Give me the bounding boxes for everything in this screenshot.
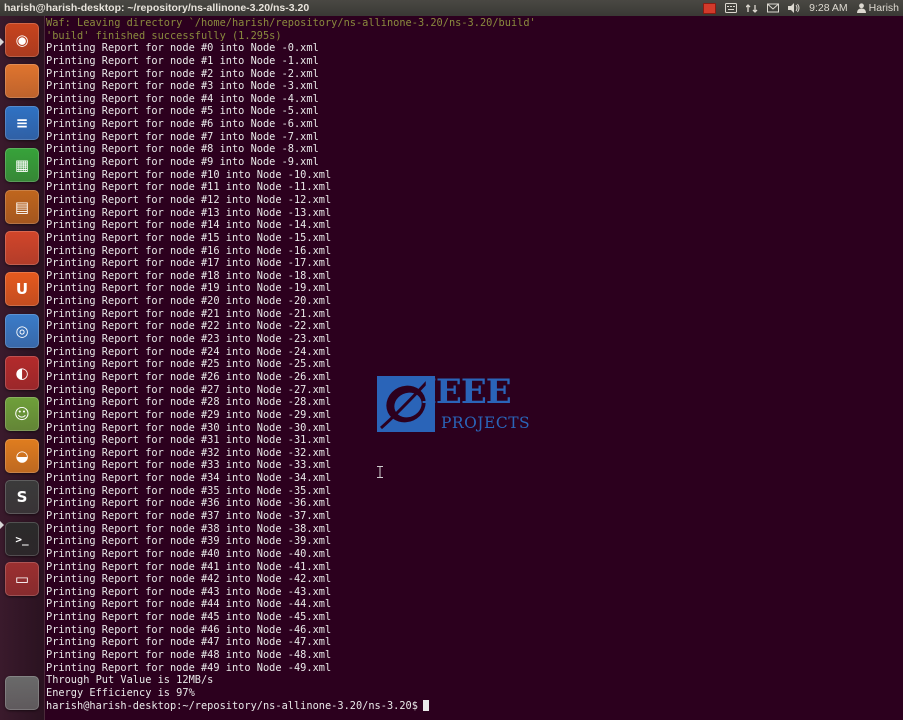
terminal-running-indicator-icon: [0, 521, 4, 529]
terminal-line: Printing Report for node #3 into Node -3…: [46, 80, 319, 93]
terminal-line: Printing Report for node #13 into Node -…: [46, 206, 332, 219]
terminal-line: Printing Report for node #48 into Node -…: [46, 649, 332, 662]
terminal-line: Printing Report for node #10 into Node -…: [46, 168, 332, 181]
launcher: ◉ ≡ ▦ ▤ U ◎ ◐ ☺ ◒ S >_ ▭: [0, 16, 45, 720]
terminal-line: 'build' finished successfully (1.295s): [46, 29, 282, 42]
keyboard-layout-icon[interactable]: [725, 0, 738, 16]
terminal-line: Through Put Value is 12MB/s: [46, 674, 214, 687]
terminal-line: Printing Report for node #14 into Node -…: [46, 219, 332, 232]
files-icon[interactable]: [5, 64, 39, 98]
terminal-icon[interactable]: >_: [5, 522, 39, 556]
volume-icon[interactable]: [788, 0, 800, 16]
trash-icon[interactable]: [5, 676, 39, 710]
user-name: Harish: [868, 2, 899, 14]
terminal-line: Printing Report for node #43 into Node -…: [46, 585, 332, 598]
terminal-line: Printing Report for node #24 into Node -…: [46, 345, 332, 358]
terminal-line: Printing Report for node #18 into Node -…: [46, 269, 332, 282]
chromium-icon[interactable]: ◎: [5, 314, 39, 348]
terminal-line: Printing Report for node #1 into Node -1…: [46, 54, 319, 67]
terminal-line: Printing Report for node #31 into Node -…: [46, 434, 332, 447]
terminal-line: Printing Report for node #6 into Node -6…: [46, 118, 319, 131]
user-menu[interactable]: Harish: [856, 0, 899, 16]
screen-record-icon[interactable]: [703, 0, 717, 16]
watermark-subtitle: PROJECTS: [441, 414, 531, 432]
terminal-line: Printing Report for node #36 into Node -…: [46, 497, 332, 510]
terminal-line: Printing Report for node #7 into Node -7…: [46, 130, 319, 143]
terminal-line: Energy Efficiency is 97%: [46, 686, 195, 699]
terminal-line: Printing Report for node #12 into Node -…: [46, 193, 332, 206]
terminal-line: Printing Report for node #40 into Node -…: [46, 547, 332, 560]
terminal-cursor: [422, 700, 429, 712]
terminal-line: Printing Report for node #41 into Node -…: [46, 560, 332, 573]
terminal-line: Printing Report for node #8 into Node -8…: [46, 143, 319, 156]
blender-icon[interactable]: ◒: [5, 439, 39, 473]
window-title: harish@harish-desktop: ~/repository/ns-a…: [4, 2, 310, 14]
terminal-line: Printing Report for node #11 into Node -…: [46, 181, 332, 194]
user-icon: [856, 3, 866, 13]
top-panel: harish@harish-desktop: ~/repository/ns-a…: [0, 0, 903, 16]
terminal-line: Printing Report for node #2 into Node -2…: [46, 67, 319, 80]
terminal-line: Printing Report for node #34 into Node -…: [46, 472, 332, 485]
terminal-line: Printing Report for node #4 into Node -4…: [46, 92, 319, 105]
terminal-line: Printing Report for node #23 into Node -…: [46, 333, 332, 346]
monkey-icon[interactable]: ☺: [5, 397, 39, 431]
workspace-switcher-icon[interactable]: ▭: [5, 562, 39, 596]
terminal-line: Printing Report for node #0 into Node -0…: [46, 42, 319, 55]
prompt-line[interactable]: harish@harish-desktop:~/repository/ns-al…: [46, 700, 896, 713]
watermark-brand: IEEE: [421, 372, 512, 412]
terminal-line: Printing Report for node #39 into Node -…: [46, 535, 332, 548]
terminal-line: Printing Report for node #16 into Node -…: [46, 244, 332, 257]
terminal-line: Printing Report for node #38 into Node -…: [46, 522, 332, 535]
terminal-line: Printing Report for node #33 into Node -…: [46, 459, 332, 472]
shell-prompt: harish@harish-desktop:~/repository/ns-al…: [46, 699, 418, 712]
ubuntu-one-icon[interactable]: U: [5, 272, 39, 306]
terminal-line: Printing Report for node #9 into Node -9…: [46, 156, 319, 169]
software-center-icon[interactable]: [5, 231, 39, 265]
ubuntu-dash-icon[interactable]: ◉: [5, 23, 39, 57]
sublime-text-icon[interactable]: S: [5, 480, 39, 514]
impress-icon[interactable]: ▤: [5, 190, 39, 224]
terminal-line: Printing Report for node #20 into Node -…: [46, 295, 332, 308]
clock[interactable]: 9:28 AM: [809, 0, 848, 16]
text-cursor-icon: [377, 466, 383, 478]
calc-icon[interactable]: ▦: [5, 148, 39, 182]
terminal-line: Printing Report for node #19 into Node -…: [46, 282, 332, 295]
network-icon[interactable]: [746, 0, 758, 16]
terminal-line: Printing Report for node #46 into Node -…: [46, 623, 332, 636]
terminal-line: Printing Report for node #17 into Node -…: [46, 257, 332, 270]
terminal-line: Printing Report for node #35 into Node -…: [46, 484, 332, 497]
terminal-line: Printing Report for node #22 into Node -…: [46, 320, 332, 333]
terminal-line: Waf: Leaving directory `/home/harish/rep…: [46, 17, 536, 29]
terminal-line: Printing Report for node #37 into Node -…: [46, 509, 332, 522]
mail-icon[interactable]: [767, 0, 780, 16]
terminal-line: Printing Report for node #49 into Node -…: [46, 661, 332, 674]
terminal-line: Printing Report for node #45 into Node -…: [46, 611, 332, 624]
terminal-line: Printing Report for node #44 into Node -…: [46, 598, 332, 611]
terminal-line: Printing Report for node #15 into Node -…: [46, 231, 332, 244]
writer-icon[interactable]: ≡: [5, 106, 39, 140]
ieee-projects-watermark: IEEE PROJECTS: [377, 372, 541, 436]
terminal-line: Printing Report for node #42 into Node -…: [46, 573, 332, 586]
terminal-line: Printing Report for node #5 into Node -5…: [46, 105, 319, 118]
terminal-line: Printing Report for node #21 into Node -…: [46, 307, 332, 320]
recorder-icon[interactable]: ◐: [5, 356, 39, 390]
indicator-area: 9:28 AM Harish: [703, 0, 899, 16]
dash-active-indicator-icon: [0, 38, 4, 46]
terminal-line: Printing Report for node #32 into Node -…: [46, 446, 332, 459]
terminal-output[interactable]: Waf: Leaving directory `/home/harish/rep…: [46, 17, 896, 720]
terminal-line: Printing Report for node #47 into Node -…: [46, 636, 332, 649]
terminal-line: Printing Report for node #25 into Node -…: [46, 358, 332, 371]
